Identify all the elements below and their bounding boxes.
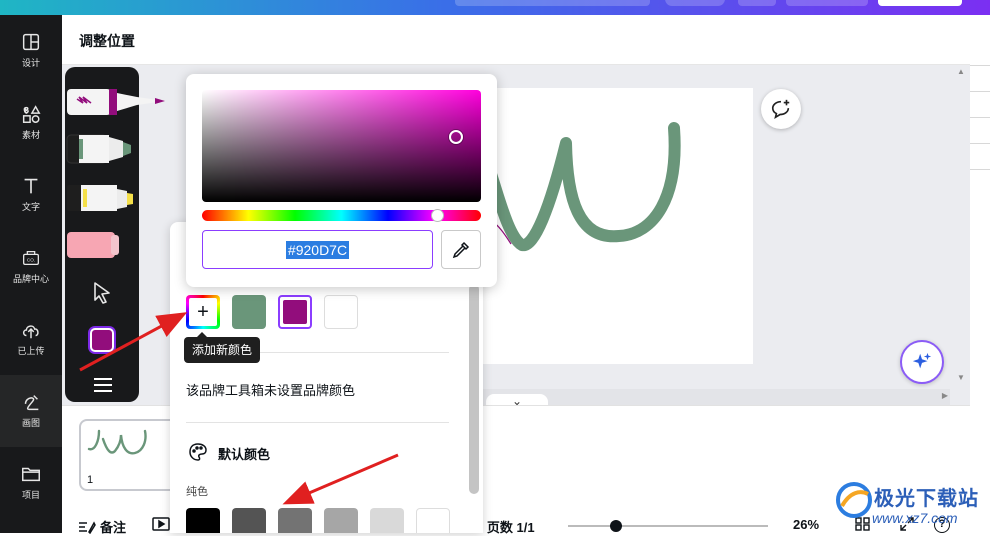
watermark-logo-icon <box>836 482 872 518</box>
red-arrow-to-solid-colors <box>282 453 399 505</box>
red-arrow-to-add-color <box>79 312 188 372</box>
annotation-arrows <box>79 312 399 505</box>
watermark-brand: 极光下载站 <box>874 488 979 510</box>
watermark-url: www.xz7.com <box>872 510 958 526</box>
site-watermark: 极光下载站 www.xz7.com <box>832 478 990 533</box>
